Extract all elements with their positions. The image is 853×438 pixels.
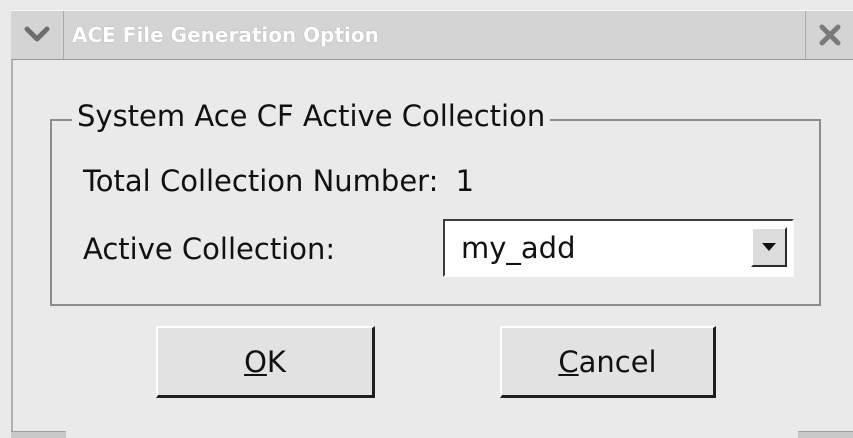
ok-label-rest: K <box>266 344 286 379</box>
group-legend: System Ace CF Active Collection <box>72 96 551 136</box>
ok-button[interactable]: OK <box>156 326 375 398</box>
total-collection-value: 1 <box>455 164 475 198</box>
dropdown-arrow-icon <box>762 243 776 251</box>
cancel-button[interactable]: Cancel <box>500 326 716 398</box>
dropdown-button[interactable] <box>751 227 787 267</box>
chevron-down-icon <box>24 26 50 42</box>
window-title: ACE File Generation Option <box>64 11 805 59</box>
window-menu-button[interactable] <box>11 11 64 59</box>
active-collection-label: Active Collection: <box>83 232 336 266</box>
frame-bottom-right-edge <box>798 431 853 438</box>
ok-mnemonic: O <box>244 344 267 379</box>
close-icon <box>819 24 840 46</box>
frame-bottom-left-edge <box>11 431 66 438</box>
cancel-label-rest: ancel <box>578 344 657 379</box>
total-collection-row: Total Collection Number: 1 <box>83 163 474 199</box>
cancel-mnemonic: C <box>558 344 579 379</box>
close-button[interactable] <box>805 11 853 59</box>
frame-left-edge <box>11 60 13 438</box>
active-collection-select[interactable]: my_add <box>443 219 794 277</box>
dialog-window: ACE File Generation Option System Ace CF… <box>0 0 853 438</box>
title-bar[interactable]: ACE File Generation Option <box>11 10 853 60</box>
active-collection-group <box>50 119 821 306</box>
total-collection-label: Total Collection Number: <box>83 164 439 198</box>
active-collection-value: my_add <box>461 231 576 265</box>
